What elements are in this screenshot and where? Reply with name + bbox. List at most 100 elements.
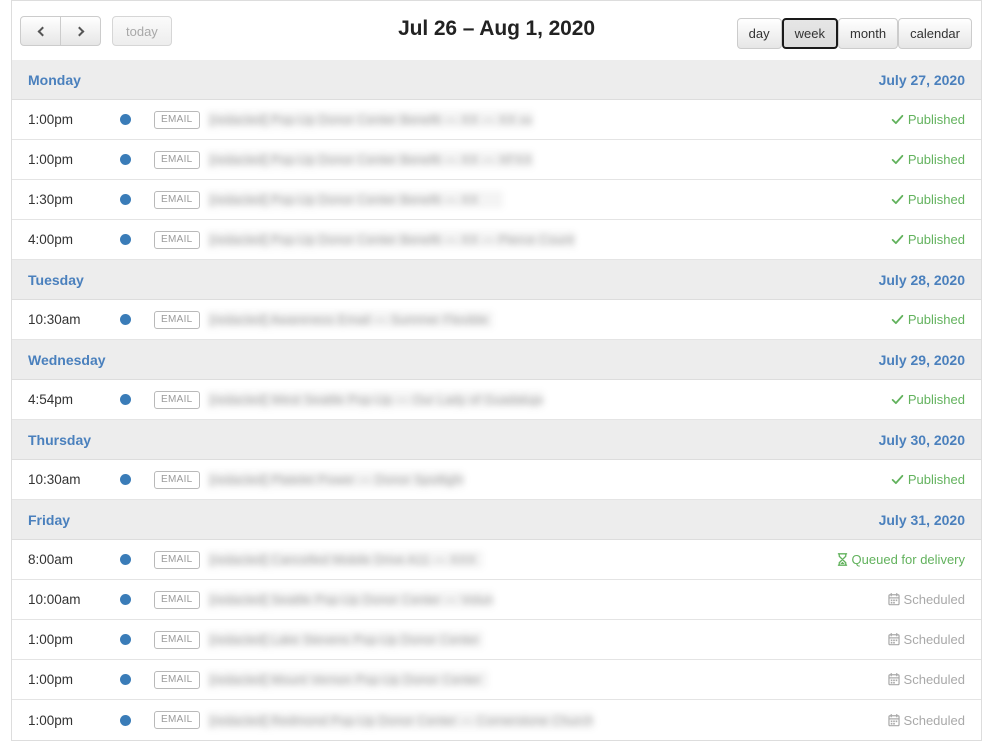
dot-icon [120, 474, 131, 485]
event-status-label: Published [907, 152, 965, 167]
event-row[interactable]: 4:00pm EMAIL [redacted] Pop-Up Donor Cente… [12, 220, 981, 260]
event-title-redacted[interactable]: [redacted] Pop-Up Donor Center Benefit —… [207, 111, 533, 128]
event-title-redacted[interactable]: [redacted] Redmond Pop-Up Donor Center —… [207, 711, 593, 729]
event-channel-tag: EMAIL [154, 390, 200, 409]
event-row[interactable]: 4:54pm EMAIL [redacted] West Seattle Pop-U… [12, 380, 981, 420]
dot-icon [120, 674, 131, 685]
event-time: 10:30am [28, 312, 81, 327]
event-time: 1:30pm [28, 192, 74, 207]
event-status-label: Scheduled [903, 632, 965, 647]
scheduled-icon [887, 673, 900, 686]
event-title-redacted[interactable]: [redacted] West Seattle Pop-Up — Our Lad… [207, 391, 543, 408]
dot-icon [120, 154, 131, 165]
event-title-redacted[interactable]: [redacted] Platelet Power — Donor Spotli… [207, 471, 463, 488]
event-title-redacted[interactable]: [redacted] Cancelled Mobile Drive A11 — … [207, 551, 483, 568]
event-row[interactable]: 8:00am EMAIL [redacted] Cancelled Mobile D… [12, 540, 981, 580]
day-header: Wednesday July 29, 2020 [12, 340, 981, 380]
event-status: Scheduled [876, 632, 965, 647]
event-row[interactable]: 1:00pm EMAIL [redacted] Pop-Up Donor Cente… [12, 100, 981, 140]
day-header: Tuesday July 28, 2020 [12, 260, 981, 300]
event-row[interactable]: 1:00pm EMAIL [redacted] Mount Vernon Pop-U… [12, 660, 981, 700]
event-status-dot [120, 674, 154, 685]
event-time: 10:00am [28, 592, 81, 607]
published-icon [891, 313, 904, 326]
event-status-dot [120, 314, 154, 325]
event-row[interactable]: 10:00am EMAIL [redacted] Seattle Pop-Up Do… [12, 580, 981, 620]
published-icon [891, 233, 904, 246]
event-status: Scheduled [876, 672, 965, 687]
event-status-dot [120, 194, 154, 205]
event-status-label: Scheduled [903, 592, 965, 607]
event-time: 1:00pm [28, 632, 74, 647]
event-title-redacted[interactable]: [redacted] Lake Stevens Pop-Up Donor Cen… [207, 631, 483, 648]
event-status-dot [120, 154, 154, 165]
event-row[interactable]: 1:00pm EMAIL [redacted] Lake Stevens Pop-U… [12, 620, 981, 660]
event-row[interactable]: 1:00pm EMAIL [redacted] Pop-Up Donor Cente… [12, 140, 981, 180]
event-title-redacted[interactable]: [redacted] Awareness Email — Summer Flex… [207, 311, 493, 328]
event-time: 1:00pm [28, 672, 74, 687]
event-status-dot [120, 114, 154, 125]
day-name: Friday [28, 511, 71, 528]
event-time: 10:30am [28, 472, 81, 487]
scheduled-icon [887, 713, 900, 727]
event-status-label: Published [907, 312, 965, 327]
view-button-week[interactable]: week [781, 18, 838, 49]
event-channel-tag: EMAIL [154, 190, 200, 209]
event-channel-tag: EMAIL [154, 670, 200, 689]
event-status-label: Published [907, 112, 965, 127]
published-icon [891, 473, 904, 486]
event-channel-tag: EMAIL [154, 550, 200, 569]
event-row[interactable]: 10:30am EMAIL [redacted] Awareness Email —… [12, 300, 981, 340]
dot-icon [120, 554, 131, 565]
event-status: Published [879, 192, 965, 207]
dot-icon [120, 234, 131, 245]
view-button-calendar[interactable]: calendar [898, 18, 972, 49]
event-status: Published [879, 112, 965, 127]
event-status: Scheduled [876, 592, 965, 607]
event-status-label: Published [907, 392, 965, 407]
event-title-redacted[interactable]: [redacted] Pop-Up Donor Center Benefit —… [207, 231, 575, 248]
event-status: Published [879, 232, 965, 247]
event-channel-tag: EMAIL [154, 470, 200, 489]
day-date: July 28, 2020 [878, 271, 965, 288]
view-button-month[interactable]: month [837, 18, 899, 49]
dot-icon [120, 634, 131, 645]
event-status-dot [120, 594, 154, 605]
day-name: Thursday [28, 431, 92, 448]
event-status-dot [120, 554, 154, 565]
day-header: Monday July 27, 2020 [12, 60, 981, 100]
event-status-label: Published [907, 232, 965, 247]
day-header: Friday July 31, 2020 [12, 500, 981, 540]
calendar-toolbar: today Jul 26 – Aug 1, 2020 day week mont… [11, 0, 982, 60]
event-status: Published [879, 152, 965, 167]
event-time: 8:00am [28, 552, 74, 567]
dot-icon [120, 194, 131, 205]
dot-icon [120, 114, 131, 125]
event-channel-tag: EMAIL [154, 310, 200, 329]
event-status-label: Scheduled [903, 672, 965, 687]
event-status-dot [120, 714, 154, 726]
scheduled-icon [887, 633, 900, 646]
published-icon [891, 153, 904, 166]
event-row[interactable]: 10:30am EMAIL [redacted] Platelet Power — … [12, 460, 981, 500]
queued-icon [837, 553, 848, 566]
scheduled-icon [887, 593, 900, 606]
day-header: Thursday July 30, 2020 [12, 420, 981, 460]
view-button-day[interactable]: day [736, 18, 782, 49]
event-status: Scheduled [876, 713, 965, 728]
event-title-redacted[interactable]: [redacted] Pop-Up Donor Center Benefit —… [207, 151, 533, 168]
week-event-list: Monday July 27, 2020 1:00pm EMAIL [redacted]… [11, 60, 982, 741]
day-date: July 30, 2020 [878, 431, 965, 448]
event-time: 4:00pm [28, 232, 74, 247]
event-title-redacted[interactable]: [redacted] Mount Vernon Pop-Up Donor Cen… [207, 671, 488, 688]
event-channel-tag: EMAIL [154, 230, 200, 249]
event-status: Queued for delivery [825, 552, 965, 567]
event-time: 4:54pm [28, 392, 74, 407]
event-title-redacted[interactable]: [redacted] Seattle Pop-Up Donor Center —… [207, 591, 493, 608]
event-channel-tag: EMAIL [154, 590, 200, 609]
event-row[interactable]: 1:30pm EMAIL [redacted] Pop-Up Donor Cente… [12, 180, 981, 220]
event-title-redacted[interactable]: [redacted] Pop-Up Donor Center Benefit —… [207, 191, 503, 208]
dot-icon [120, 394, 131, 405]
event-row[interactable]: 1:00pm EMAIL [redacted] Redmond Pop-Up Don… [12, 700, 981, 740]
event-status-label: Published [907, 192, 965, 207]
